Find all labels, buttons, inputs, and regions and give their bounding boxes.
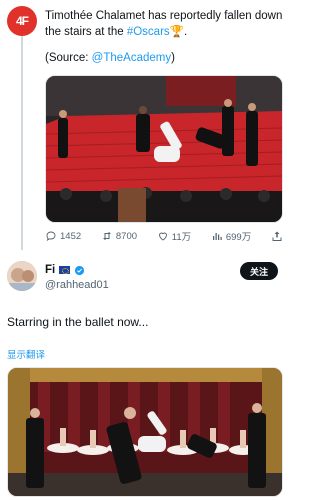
reply-media-image[interactable] <box>7 367 283 497</box>
tweet-end-text: 🏆. <box>169 26 188 38</box>
tweet-media-image[interactable] <box>45 75 283 223</box>
hashtag-link[interactable]: #Oscars <box>127 26 170 38</box>
like-button[interactable]: 11万 <box>157 229 191 243</box>
source-suffix: ) <box>171 52 175 64</box>
reply-author-name-row[interactable]: Fi <box>45 264 85 276</box>
views-button[interactable]: 699万 <box>211 229 251 243</box>
red-carpet-photo <box>46 76 282 222</box>
views-count: 699万 <box>225 232 252 243</box>
reply-author-name[interactable]: Fi <box>45 264 55 276</box>
share-button[interactable] <box>271 230 283 242</box>
tweet-body: Timothée Chalamet has reportedly fallen … <box>45 8 285 40</box>
reply-count: 1452 <box>60 230 82 242</box>
eu-flag-icon <box>59 266 71 274</box>
avatar-logo-text: 4F <box>15 14 29 28</box>
show-translation-link[interactable]: 显示翻译 <box>7 347 45 361</box>
ballet-stage-photo <box>8 368 282 496</box>
like-count: 11万 <box>171 232 192 243</box>
retweet-button[interactable]: 8700 <box>101 230 137 242</box>
reply-icon <box>46 231 56 241</box>
reply-author-avatar[interactable] <box>7 261 37 291</box>
avatar-photo <box>7 261 37 291</box>
thread-line <box>21 30 23 250</box>
retweet-count: 8700 <box>115 230 138 242</box>
tweet-text: Timothée Chalamet has reportedly fallen … <box>45 8 285 66</box>
share-icon <box>272 231 282 241</box>
reply-button[interactable]: 1452 <box>45 230 81 242</box>
account-avatar[interactable]: 4F <box>7 6 37 36</box>
views-bar-chart-icon <box>212 233 222 240</box>
tweet-source: (Source: @TheAcademy) <box>45 50 285 66</box>
heart-icon <box>158 232 167 241</box>
retweet-icon <box>102 232 111 240</box>
reply-author-handle[interactable]: @rahhead01 <box>45 279 109 291</box>
verified-badge-icon <box>75 265 85 275</box>
source-prefix: (Source: <box>45 52 92 64</box>
reply-text: Starring in the ballet now... <box>7 315 149 329</box>
follow-button[interactable]: 关注 <box>240 262 278 280</box>
tweet-action-bar: 1452 8700 11万 699万 <box>45 228 283 244</box>
source-handle-link[interactable]: @TheAcademy <box>92 52 171 64</box>
